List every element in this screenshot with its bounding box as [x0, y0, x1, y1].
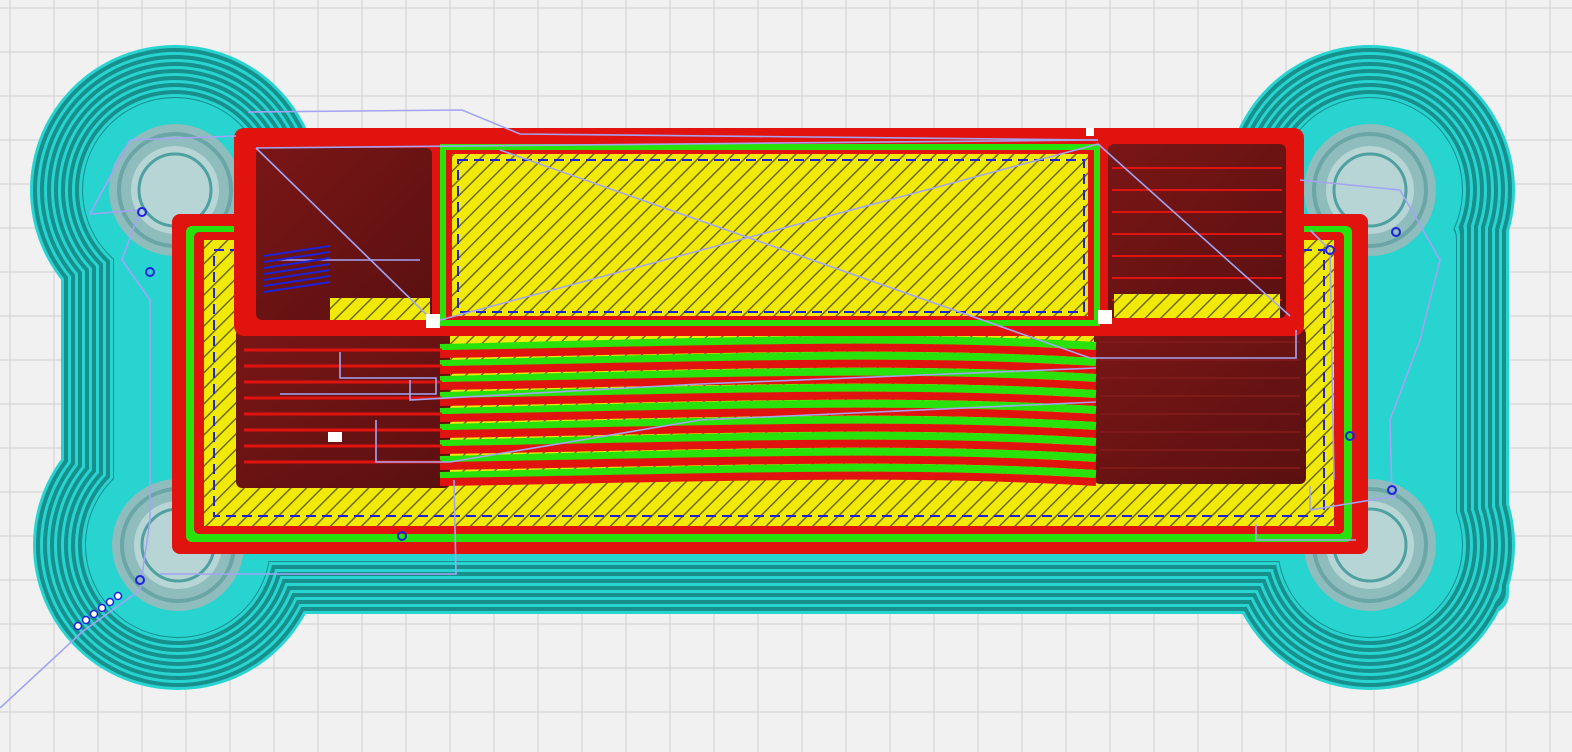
- seam-marker: [426, 314, 440, 328]
- build-plate-canvas[interactable]: [0, 0, 1572, 752]
- seam-marker: [1086, 128, 1094, 136]
- seam-marker: [1098, 310, 1112, 324]
- middle-band: [236, 328, 1306, 488]
- right-box-cavity: [1108, 144, 1286, 318]
- seam-marker: [328, 432, 342, 442]
- layer-view-viewport[interactable]: [0, 0, 1572, 752]
- retraction-marker: [97, 603, 107, 613]
- retraction-marker: [73, 621, 83, 631]
- right-box-skin: [1114, 294, 1280, 318]
- retraction-marker: [113, 591, 123, 601]
- left-box-skin: [330, 298, 430, 320]
- retraction-marker: [89, 609, 99, 619]
- retraction-marker: [105, 597, 115, 607]
- middle-band-right-block: [1094, 328, 1306, 484]
- middle-band-left-block: [236, 328, 450, 488]
- retraction-marker: [81, 615, 91, 625]
